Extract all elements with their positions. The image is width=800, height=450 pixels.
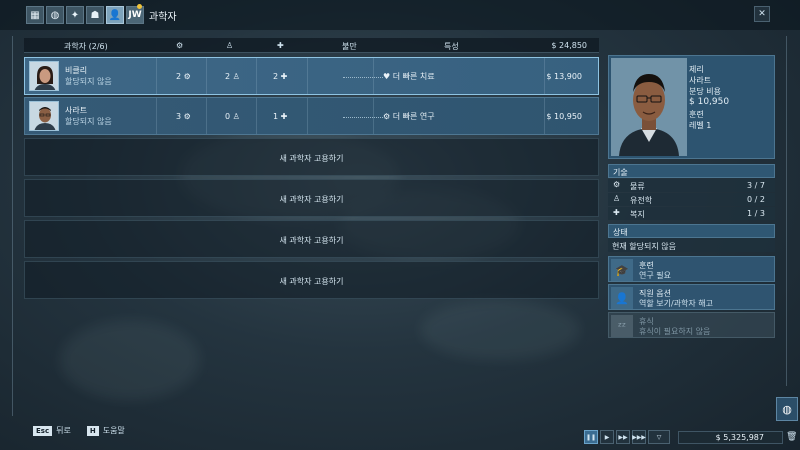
profile-last-name: 사라트 bbox=[689, 76, 712, 85]
hire-scientist-row[interactable]: 새 과학자 고용하기 bbox=[24, 261, 599, 299]
genetics-value: 0 ♙ bbox=[225, 112, 240, 121]
table-header: 과학자 (2/6) ⚙ ♙ ✚ 불만 특성 $ 24,850 bbox=[24, 38, 599, 53]
profile-portrait bbox=[611, 58, 687, 156]
scientist-status: 할당되지 않음 bbox=[65, 77, 112, 86]
help-label[interactable]: 도움말 bbox=[103, 425, 125, 436]
trait-icon: ♥ bbox=[383, 72, 391, 81]
cross-icon[interactable]: ✚ bbox=[277, 41, 284, 50]
staff-options-button[interactable]: 👤 직원 옵션 역할 보기/과학자 해고 bbox=[608, 284, 775, 310]
skills-header: 기술 bbox=[608, 164, 775, 178]
train-button[interactable]: 🎓 훈련 연구 필요 bbox=[608, 256, 775, 282]
scientist-name: 사라트 bbox=[65, 106, 88, 115]
scientist-status: 할당되지 않음 bbox=[65, 117, 112, 126]
dissatisfaction-empty bbox=[343, 117, 383, 118]
page-title: 과학자 bbox=[149, 12, 177, 23]
fast-forward-icon[interactable]: ▶▶ bbox=[616, 430, 630, 444]
scientist-name: 비클리 bbox=[65, 66, 88, 75]
help-key[interactable]: H bbox=[86, 425, 99, 436]
scientist-row[interactable]: 비클리 할당되지 않음 2 ⚙ 2 ♙ 2 ✚ ♥ 더 빠른 치료 $ 13,9… bbox=[24, 57, 599, 95]
header-scientists[interactable]: 과학자 (2/6) bbox=[64, 41, 108, 52]
skill-row: ✚ 복지 1 / 3 bbox=[608, 207, 775, 220]
skill-row: ♙ 유전학 0 / 2 bbox=[608, 193, 775, 206]
trait: ♥ 더 빠른 치료 bbox=[383, 72, 435, 81]
header-dissatisfaction[interactable]: 불만 bbox=[342, 41, 357, 52]
play-icon[interactable]: ▶ bbox=[600, 430, 614, 444]
staff-fire-icon: 👤 bbox=[611, 287, 633, 309]
main-tabs: ▦ ◍ ✦ ☗ 👤 JW bbox=[26, 6, 144, 24]
trait-icon: ⚙ bbox=[383, 112, 391, 121]
status-header: 상태 bbox=[608, 224, 775, 238]
jw-logo-icon[interactable]: JW bbox=[126, 6, 144, 24]
scientist-table: 과학자 (2/6) ⚙ ♙ ✚ 불만 특성 $ 24,850 bbox=[24, 38, 599, 53]
rest-button[interactable]: ᶻᶻ 휴식 휴식이 필요하지 않음 bbox=[608, 312, 775, 338]
salary: $ 13,900 bbox=[546, 72, 582, 81]
profile-cost: $ 10,950 bbox=[689, 97, 730, 107]
collapse-icon[interactable]: ✕ bbox=[754, 6, 770, 22]
welfare-value: 1 ✚ bbox=[273, 112, 288, 121]
profile-train-label: 훈련 bbox=[689, 110, 704, 119]
header-total-salary: $ 24,850 bbox=[551, 41, 587, 50]
graduation-cap-icon: 🎓 bbox=[611, 259, 633, 281]
scientist-portrait bbox=[29, 101, 59, 131]
back-label[interactable]: 뒤로 bbox=[56, 425, 71, 436]
hire-scientist-label: 새 과학자 고용하기 bbox=[279, 154, 344, 163]
profile-level: 레벨 1 bbox=[689, 121, 712, 130]
scientist-profile: 제리 사라트 분당 비용 $ 10,950 훈련 레벨 1 bbox=[608, 55, 775, 159]
cross-icon: ✚ bbox=[613, 208, 620, 217]
speed-controls: ❚❚ ▶ ▶▶ ▶▶▶ ▽ bbox=[584, 430, 670, 444]
logistics-value: 2 ⚙ bbox=[176, 72, 191, 81]
profile-first-name: 제리 bbox=[689, 65, 704, 74]
profile-cost-label: 분당 비용 bbox=[689, 87, 721, 96]
grid-icon[interactable]: ▦ bbox=[26, 6, 44, 24]
key-hints: Esc 뒤로 H 도움말 bbox=[33, 425, 125, 436]
person-icon[interactable]: 👤 bbox=[106, 6, 124, 24]
speed-gauge[interactable]: ▽ bbox=[648, 430, 670, 444]
hire-scientist-label: 새 과학자 고용하기 bbox=[279, 195, 344, 204]
scientist-portrait bbox=[29, 61, 59, 91]
hire-scientist-row[interactable]: 새 과학자 고용하기 bbox=[24, 179, 599, 217]
flask-icon[interactable]: ♙ bbox=[226, 41, 233, 50]
globe-icon[interactable]: ◍ bbox=[46, 6, 64, 24]
header-trait[interactable]: 특성 bbox=[444, 41, 459, 52]
trait: ⚙ 더 빠른 연구 bbox=[383, 112, 435, 121]
money-display: $ 5,325,987 bbox=[678, 431, 783, 444]
gear-icon[interactable]: ⚙ bbox=[176, 41, 183, 50]
status-text: 현재 할당되지 않음 bbox=[608, 238, 775, 252]
hire-scientist-label: 새 과학자 고용하기 bbox=[279, 277, 344, 286]
hire-scientist-row[interactable]: 새 과학자 고용하기 bbox=[24, 138, 599, 176]
dinosaur-icon[interactable]: ✦ bbox=[66, 6, 84, 24]
fastest-icon[interactable]: ▶▶▶ bbox=[632, 430, 646, 444]
scientist-row[interactable]: 사라트 할당되지 않음 3 ⚙ 0 ♙ 1 ✚ ⚙ 더 빠른 연구 $ 10,9… bbox=[24, 97, 599, 135]
genetics-value: 2 ♙ bbox=[225, 72, 240, 81]
salary: $ 10,950 bbox=[546, 112, 582, 121]
globe-icon[interactable]: ◍ bbox=[776, 397, 798, 421]
top-bar: ▦ ◍ ✦ ☗ 👤 JW 과학자 ✕ bbox=[0, 0, 800, 30]
group-icon[interactable]: ☗ bbox=[86, 6, 104, 24]
sleep-icon: ᶻᶻ bbox=[611, 315, 633, 337]
dissatisfaction-empty bbox=[343, 77, 383, 78]
pause-icon[interactable]: ❚❚ bbox=[584, 430, 598, 444]
logistics-value: 3 ⚙ bbox=[176, 112, 191, 121]
skill-row: ⚙ 물류 3 / 7 bbox=[608, 179, 775, 192]
trash-icon[interactable]: 🗑 bbox=[786, 432, 797, 442]
esc-key[interactable]: Esc bbox=[33, 425, 53, 436]
notification-dot bbox=[137, 4, 142, 9]
hire-scientist-label: 새 과학자 고용하기 bbox=[279, 236, 344, 245]
welfare-value: 2 ✚ bbox=[273, 72, 288, 81]
hire-scientist-row[interactable]: 새 과학자 고용하기 bbox=[24, 220, 599, 258]
gear-icon: ⚙ bbox=[613, 180, 621, 189]
flask-icon: ♙ bbox=[613, 194, 621, 203]
